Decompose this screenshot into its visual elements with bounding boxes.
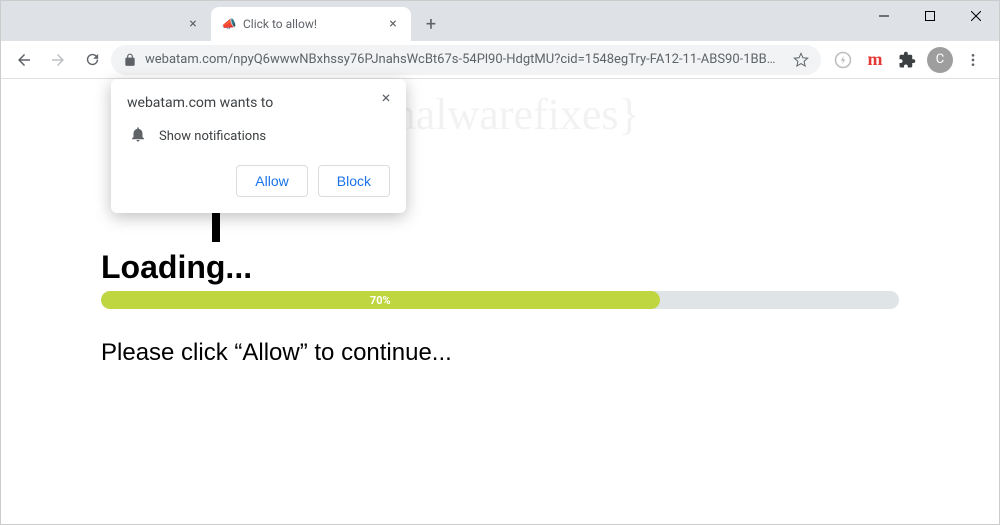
extension-icon-m[interactable]: m	[863, 48, 887, 72]
maximize-button[interactable]	[907, 1, 953, 31]
permission-headline: webatam.com wants to	[127, 95, 390, 111]
progress-fill: 70%	[101, 291, 660, 309]
reload-button[interactable]	[77, 45, 107, 75]
extension-icon-1[interactable]	[831, 48, 855, 72]
tab-strip: × 📣 Click to allow! × +	[1, 1, 445, 41]
bolt-icon	[834, 51, 852, 69]
allow-button[interactable]: Allow	[236, 165, 307, 197]
kebab-icon	[965, 52, 981, 68]
minimize-button[interactable]	[861, 1, 907, 31]
tab-inactive[interactable]: ×	[11, 7, 211, 41]
close-icon[interactable]: ×	[185, 16, 201, 32]
maximize-icon	[925, 11, 935, 21]
close-icon	[971, 11, 981, 21]
progress-bar: 70%	[101, 291, 899, 309]
permission-row: Show notifications	[127, 125, 390, 147]
url-text: webatam.com/npyQ6wwwNBxhssy76PJnahsWcBt6…	[145, 52, 785, 67]
star-icon[interactable]	[793, 52, 809, 68]
extensions-puzzle-button[interactable]	[895, 48, 919, 72]
permission-item-label: Show notifications	[159, 129, 266, 144]
progress-label: 70%	[370, 294, 391, 307]
arrow-right-icon	[49, 51, 67, 69]
minimize-icon	[879, 11, 889, 21]
bell-icon	[129, 125, 147, 147]
tab-active[interactable]: 📣 Click to allow! ×	[211, 7, 411, 41]
toolbar: webatam.com/npyQ6wwwNBxhssy76PJnahsWcBt6…	[1, 41, 999, 79]
back-button[interactable]	[9, 45, 39, 75]
reload-icon	[84, 51, 101, 68]
address-bar[interactable]: webatam.com/npyQ6wwwNBxhssy76PJnahsWcBt6…	[111, 45, 821, 75]
titlebar: × 📣 Click to allow! × +	[1, 1, 999, 41]
loading-heading: Loading...	[101, 249, 252, 286]
permission-buttons: Allow Block	[127, 165, 390, 197]
lock-icon	[123, 53, 137, 67]
avatar[interactable]: C	[927, 47, 953, 73]
puzzle-icon	[898, 51, 916, 69]
menu-button[interactable]	[961, 48, 985, 72]
favicon-icon: 📣	[221, 16, 237, 32]
window-controls	[861, 1, 999, 31]
forward-button[interactable]	[43, 45, 73, 75]
extension-area: m C	[825, 47, 991, 73]
notification-permission-popup: × webatam.com wants to Show notification…	[111, 79, 406, 213]
close-window-button[interactable]	[953, 1, 999, 31]
close-icon[interactable]: ×	[385, 16, 401, 32]
popup-close-button[interactable]: ×	[376, 87, 396, 107]
arrow-left-icon	[15, 51, 33, 69]
instruction-text: Please click “Allow” to continue...	[101, 339, 452, 367]
tab-title: Click to allow!	[243, 17, 379, 31]
new-tab-button[interactable]: +	[417, 10, 445, 38]
block-button[interactable]: Block	[318, 165, 390, 197]
